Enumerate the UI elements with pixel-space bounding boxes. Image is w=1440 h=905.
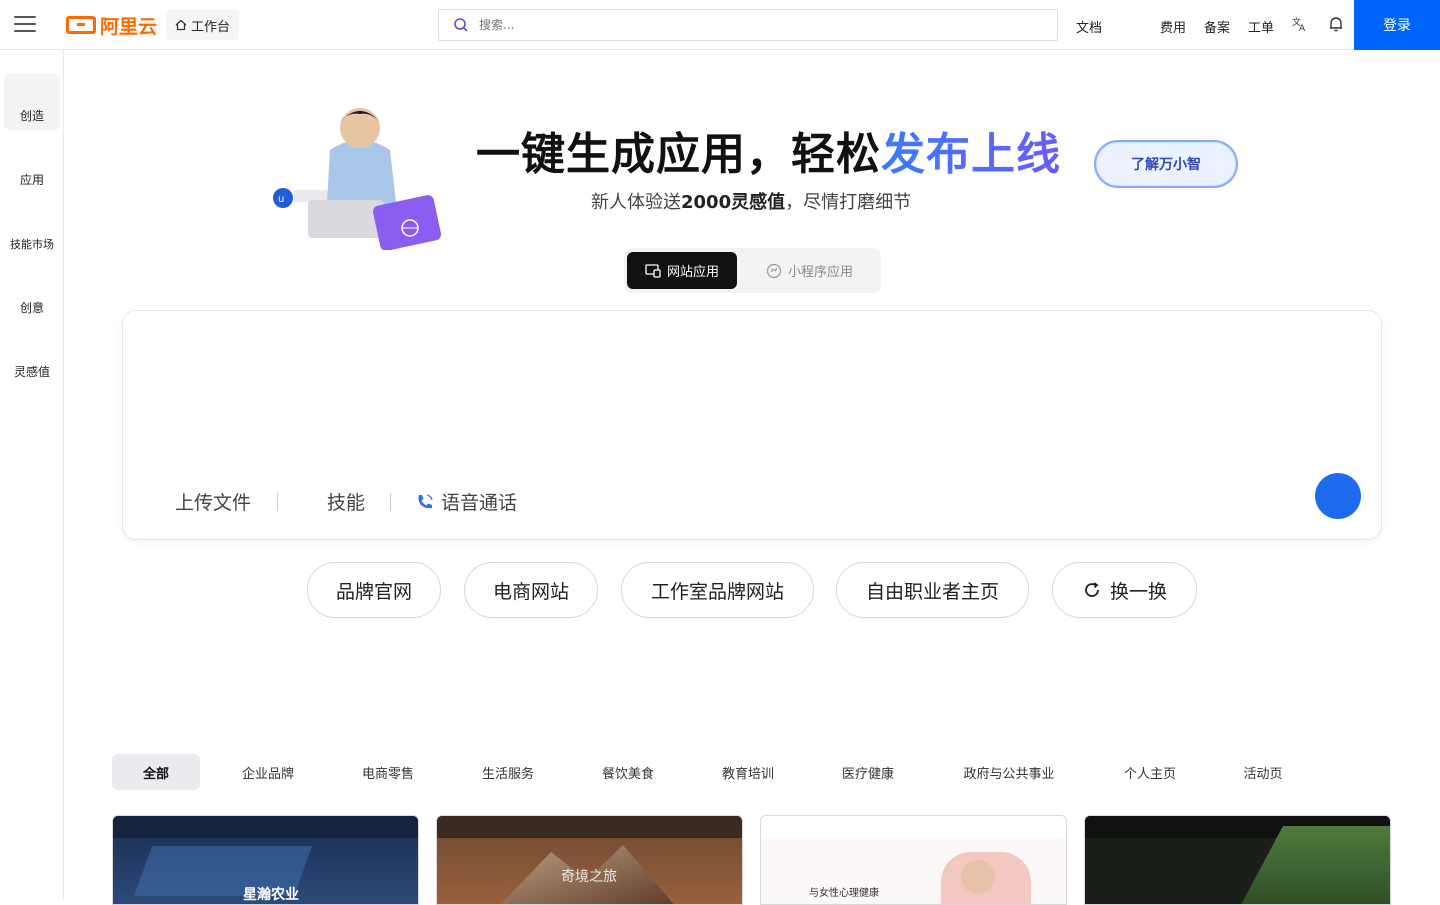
workbench-button[interactable]: 工作台 (166, 10, 240, 40)
suggestion-chip[interactable]: 自由职业者主页 (836, 562, 1029, 618)
hero-title-main: 一键生成应用，轻松 (476, 129, 881, 180)
toolbar-divider (390, 493, 391, 511)
left-sidebar: 创造 应用 技能市场 创意 灵感值 (0, 50, 64, 900)
phone-icon (418, 493, 433, 508)
tab-website-label: 网站应用 (667, 265, 720, 280)
category-tab-all[interactable]: 全部 (112, 754, 200, 790)
svg-text:u: u (278, 194, 284, 205)
category-tab[interactable]: 电商零售 (348, 754, 428, 790)
refresh-label: 换一换 (1109, 580, 1167, 603)
miniprogram-icon (766, 263, 782, 278)
template-card-portrait (961, 860, 995, 894)
template-card-title: 奇境之旅 (561, 869, 617, 885)
skills-button[interactable]: 技能 (327, 488, 365, 515)
logo-text: 阿里云 (100, 15, 158, 38)
search-bar[interactable] (438, 9, 1058, 41)
template-card[interactable]: 与女性心理健康 (760, 815, 1067, 905)
hero-subtitle-post: ，尽情打磨细节 (785, 192, 912, 213)
hero-title-highlight: 发布上线 (881, 129, 1061, 180)
suggestion-chip[interactable]: 品牌官网 (307, 562, 441, 618)
app-type-toggle: 网站应用 小程序应用 (624, 248, 881, 293)
learn-wanxiaozhi-button[interactable]: 了解万小智 (1094, 140, 1238, 188)
refresh-suggestions-button[interactable]: 换一换 (1052, 562, 1197, 618)
category-tab[interactable]: 个人主页 (1110, 754, 1190, 790)
send-button[interactable] (1315, 473, 1361, 519)
category-tab[interactable]: 政府与公共事业 (950, 754, 1068, 790)
toolbar-divider (277, 493, 278, 511)
voice-call-label: 语音通话 (441, 492, 518, 514)
login-button[interactable]: 登录 (1354, 0, 1440, 50)
template-card-nav (437, 816, 742, 838)
bell-icon[interactable] (1327, 15, 1345, 33)
home-icon (175, 19, 187, 31)
menu-icon[interactable] (14, 16, 36, 34)
category-tab[interactable]: 生活服务 (468, 754, 548, 790)
category-tab[interactable]: 餐饮美食 (588, 754, 668, 790)
billing-link[interactable]: 费用 (1160, 17, 1186, 36)
refresh-icon (1085, 582, 1099, 597)
template-card[interactable] (1084, 815, 1391, 905)
template-card[interactable]: 星瀚农业 (112, 815, 419, 905)
template-card-nav (761, 816, 1066, 838)
search-icon (454, 18, 468, 32)
svg-text:A: A (1299, 24, 1306, 33)
sidebar-item-ideas[interactable]: 创意 (4, 266, 60, 322)
template-card[interactable]: 奇境之旅 (436, 815, 743, 905)
hero-subtitle-bold: 2000灵感值 (681, 192, 786, 213)
ticket-link[interactable]: 工单 (1248, 17, 1274, 36)
prompt-input[interactable] (147, 331, 1347, 461)
workbench-label: 工作台 (191, 19, 231, 35)
translate-icon[interactable]: 文A (1291, 15, 1309, 33)
sidebar-item-skills-market[interactable]: 技能市场 (4, 202, 60, 258)
category-tab[interactable]: 活动页 (1230, 754, 1296, 790)
search-input[interactable] (479, 18, 1019, 32)
prompt-box: 上传文件 技能 语音通话 (122, 310, 1382, 540)
sidebar-item-create[interactable]: 创造 (4, 74, 60, 130)
category-tab[interactable]: 医疗健康 (828, 754, 908, 790)
sidebar-item-apps[interactable]: 应用 (4, 138, 60, 194)
sidebar-item-inspiration-points[interactable]: 灵感值 (4, 330, 60, 386)
upload-file-button[interactable]: 上传文件 (175, 488, 251, 515)
suggestion-chip[interactable]: 电商网站 (464, 562, 598, 618)
logo-mark-icon (66, 16, 96, 34)
hero-subtitle-pre: 新人体验送 (591, 192, 681, 213)
tab-miniprogram-app[interactable]: 小程序应用 (748, 252, 871, 289)
suggestion-chip[interactable]: 工作室品牌网站 (621, 562, 814, 618)
top-bar: 阿里云 工作台 文档 费用 备案 工单 文A 登录 (0, 0, 1440, 50)
category-tab[interactable]: 教育培训 (708, 754, 788, 790)
category-tab[interactable]: 企业品牌 (228, 754, 308, 790)
website-icon (645, 263, 661, 278)
template-card-nav (113, 816, 418, 838)
tab-miniprogram-label: 小程序应用 (788, 265, 854, 280)
template-card-title: 与女性心理健康 (809, 888, 879, 899)
voice-call-button[interactable]: 语音通话 (415, 488, 517, 515)
aliyun-logo[interactable]: 阿里云 (66, 13, 158, 38)
hero-subtitle: 新人体验送2000灵感值，尽情打磨细节 (591, 188, 911, 214)
tab-website-app[interactable]: 网站应用 (627, 252, 738, 289)
docs-link[interactable]: 文档 (1076, 17, 1102, 36)
hero-illustration: u (273, 108, 441, 250)
hero-title: 一键生成应用，轻松发布上线 (476, 118, 1061, 182)
template-card-title: 星瀚农业 (243, 887, 299, 903)
icp-link[interactable]: 备案 (1204, 17, 1230, 36)
